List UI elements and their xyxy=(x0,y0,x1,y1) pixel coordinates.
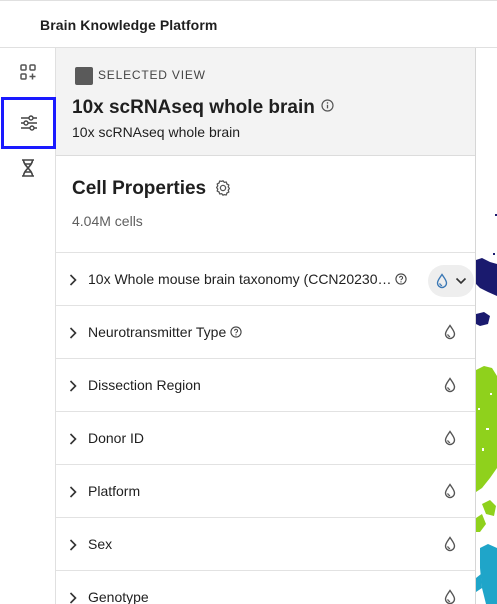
view-title-text: 10x scRNAseq whole brain xyxy=(72,97,315,118)
droplet-icon[interactable] xyxy=(443,483,457,499)
droplet-icon[interactable] xyxy=(443,377,457,393)
chevron-right-icon xyxy=(69,380,77,392)
property-label: Genotype xyxy=(88,589,149,604)
property-row-neurotransmitter-type[interactable]: Neurotransmitter Type xyxy=(56,305,475,358)
cell-properties-panel: SELECTED VIEW 10x scRNAseq whole brain 1… xyxy=(56,48,476,604)
property-label: Donor ID xyxy=(88,430,145,446)
sliders-icon xyxy=(20,115,37,131)
property-label: Platform xyxy=(88,483,141,499)
chevron-right-icon xyxy=(69,539,77,551)
property-row-taxonomy[interactable]: 10x Whole mouse brain taxonomy (CCN20230… xyxy=(56,252,475,305)
view-title: 10x scRNAseq whole brain xyxy=(72,97,334,119)
cell-properties-button[interactable] xyxy=(1,97,56,149)
info-icon[interactable] xyxy=(230,326,242,338)
add-widget-icon xyxy=(20,64,36,80)
cell-properties-list: 10x Whole mouse brain taxonomy (CCN20230… xyxy=(56,252,475,604)
chevron-right-icon xyxy=(69,592,77,604)
property-label: Neurotransmitter Type xyxy=(88,324,242,340)
droplet-icon xyxy=(436,273,448,289)
side-rail xyxy=(0,48,56,604)
view-subtitle: 10x scRNAseq whole brain xyxy=(72,124,241,140)
selected-view-header: SELECTED VIEW 10x scRNAseq whole brain 1… xyxy=(56,48,475,156)
property-label: 10x Whole mouse brain taxonomy (CCN20230… xyxy=(88,271,408,287)
droplet-icon[interactable] xyxy=(443,589,457,604)
droplet-icon[interactable] xyxy=(443,324,457,340)
property-label: Sex xyxy=(88,536,113,552)
chevron-right-icon xyxy=(69,486,77,498)
selected-view-label: SELECTED VIEW xyxy=(98,68,206,82)
chevron-right-icon xyxy=(69,327,77,339)
property-row-donor-id[interactable]: Donor ID xyxy=(56,411,475,464)
top-bar: Brain Knowledge Platform xyxy=(0,0,497,48)
property-row-platform[interactable]: Platform xyxy=(56,464,475,517)
property-row-dissection-region[interactable]: Dissection Region xyxy=(56,358,475,411)
cell-count: 4.04M cells xyxy=(72,213,143,229)
chevron-right-icon xyxy=(69,274,77,286)
droplet-icon[interactable] xyxy=(443,430,457,446)
info-icon[interactable] xyxy=(321,99,334,113)
info-icon[interactable] xyxy=(395,273,408,285)
view-color-swatch xyxy=(75,67,93,85)
genes-button[interactable] xyxy=(0,144,56,192)
property-row-sex[interactable]: Sex xyxy=(56,517,475,570)
property-label: Dissection Region xyxy=(88,377,201,393)
dna-icon xyxy=(22,159,34,177)
cell-scatter-canvas[interactable] xyxy=(476,48,497,604)
app-title: Brain Knowledge Platform xyxy=(40,17,218,33)
property-row-genotype[interactable]: Genotype xyxy=(56,570,475,604)
chevron-down-icon xyxy=(455,277,467,285)
cell-properties-title: Cell Properties xyxy=(72,178,207,199)
umap-points xyxy=(476,214,497,604)
chevron-right-icon xyxy=(69,433,77,445)
add-widget-button[interactable] xyxy=(0,48,56,96)
gear-icon[interactable] xyxy=(214,179,232,202)
droplet-icon[interactable] xyxy=(443,536,457,552)
color-by-dropdown[interactable] xyxy=(428,265,474,297)
